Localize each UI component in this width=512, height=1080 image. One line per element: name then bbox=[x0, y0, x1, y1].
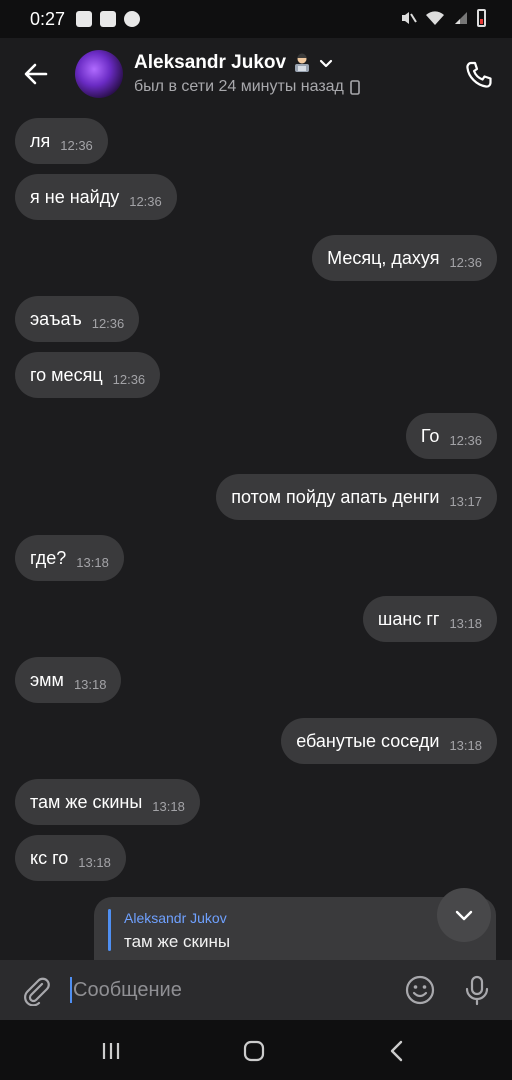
gallery-icon bbox=[76, 11, 92, 27]
chevron-down-icon bbox=[455, 910, 473, 921]
message-bubble-incoming[interactable]: кс го 13:18 bbox=[15, 835, 126, 881]
message-time: 12:36 bbox=[129, 193, 162, 209]
message-text: Го bbox=[420, 425, 440, 446]
message-text: потом пойду апать денги bbox=[231, 486, 440, 507]
message-time: 12:36 bbox=[91, 315, 125, 331]
message-bubble-incoming[interactable]: ля 12:36 bbox=[15, 118, 108, 164]
message-text: Месяц, дахуя bbox=[327, 247, 440, 268]
app-notification-icon bbox=[124, 11, 140, 27]
call-icon[interactable] bbox=[464, 60, 494, 90]
wifi-icon bbox=[426, 11, 444, 25]
message-time: 13:18 bbox=[73, 676, 107, 692]
recent-apps-icon[interactable] bbox=[98, 1038, 124, 1064]
chat-header: Aleksandr Jukov был в сети 24 минуты наз… bbox=[0, 38, 512, 112]
status-time: 0:27 bbox=[30, 9, 66, 29]
message-time: 13:18 bbox=[76, 554, 109, 570]
message-bubble-incoming[interactable]: где? 13:18 bbox=[15, 535, 124, 581]
message-time: 13:18 bbox=[449, 737, 482, 753]
reply-accent-bar bbox=[108, 909, 111, 951]
message-bubble-outgoing[interactable]: ебанутые соседи 13:18 bbox=[281, 718, 497, 764]
contact-title-row[interactable]: Aleksandr Jukov bbox=[134, 52, 334, 74]
contact-avatar[interactable] bbox=[75, 50, 123, 98]
mute-icon bbox=[402, 12, 417, 24]
reply-author: Aleksandr Jukov bbox=[124, 910, 227, 926]
message-bubble-outgoing[interactable]: Месяц, дахуя 12:36 bbox=[312, 235, 497, 281]
message-input[interactable]: Сообщение bbox=[70, 974, 390, 1006]
message-bubble-incoming[interactable]: там же скины 13:18 bbox=[15, 779, 200, 825]
text-caret bbox=[70, 977, 72, 1003]
battery-icon bbox=[477, 9, 486, 27]
message-time: 13:18 bbox=[449, 615, 482, 631]
reply-text: там же скины bbox=[124, 932, 231, 951]
message-text: го месяц bbox=[30, 364, 103, 385]
message-time: 12:36 bbox=[60, 137, 93, 153]
message-composer: Сообщение bbox=[0, 960, 512, 1020]
system-nav-bar bbox=[0, 1020, 512, 1080]
contact-status-row: был в сети 24 минуты назад bbox=[134, 78, 360, 96]
contact-status: был в сети 24 минуты назад bbox=[134, 78, 344, 95]
scroll-down-button[interactable] bbox=[437, 888, 491, 942]
message-bubble-outgoing[interactable]: потом пойду апать денги 13:17 bbox=[216, 474, 497, 520]
message-placeholder: Сообщение bbox=[73, 978, 182, 1001]
message-bubble-incoming[interactable]: я не найду 12:36 bbox=[15, 174, 177, 220]
message-bubble-incoming[interactable]: эмм 13:18 bbox=[15, 657, 122, 703]
message-time: 12:36 bbox=[449, 432, 482, 448]
message-text: я не найду bbox=[30, 186, 120, 207]
message-bubble-outgoing[interactable]: Го 12:36 bbox=[405, 413, 497, 459]
chevron-down-icon[interactable] bbox=[318, 55, 334, 71]
message-time: 12:36 bbox=[449, 254, 482, 270]
back-arrow-icon[interactable] bbox=[22, 60, 50, 88]
message-text: шанс гг bbox=[377, 608, 440, 629]
message-text: там же скины bbox=[30, 791, 143, 812]
message-time: 13:18 bbox=[78, 854, 111, 870]
paperclip-icon[interactable] bbox=[20, 974, 52, 1006]
message-text: ля bbox=[30, 130, 51, 151]
signal-icon bbox=[455, 12, 467, 24]
message-text: где? bbox=[30, 547, 67, 568]
contact-name: Aleksandr Jukov bbox=[134, 52, 287, 73]
mobile-device-icon bbox=[350, 79, 360, 95]
system-icons bbox=[399, 9, 486, 27]
message-text: ебанутые соседи bbox=[296, 730, 440, 751]
message-list[interactable]: ля 12:36 я не найду 12:36 Месяц, дахуя 1… bbox=[0, 112, 512, 960]
microphone-icon[interactable] bbox=[462, 974, 492, 1006]
home-icon[interactable] bbox=[241, 1038, 267, 1064]
status-bar: 0:27 bbox=[0, 0, 512, 38]
camera-icon bbox=[100, 11, 116, 27]
message-bubble-incoming[interactable]: го месяц 12:36 bbox=[15, 352, 161, 398]
message-text: эмм bbox=[30, 669, 64, 690]
reply-preview[interactable]: Aleksandr Jukov там же скины bbox=[94, 897, 496, 967]
back-icon[interactable] bbox=[384, 1038, 410, 1064]
notification-icons bbox=[76, 11, 140, 27]
technologist-emoji-icon bbox=[295, 53, 310, 72]
message-text: эаъаъ bbox=[30, 308, 82, 329]
message-time: 12:36 bbox=[112, 371, 146, 387]
message-time: 13:18 bbox=[152, 798, 185, 814]
message-bubble-incoming[interactable]: эаъаъ 12:36 bbox=[15, 296, 140, 342]
emoji-icon[interactable] bbox=[404, 974, 436, 1006]
message-time: 13:17 bbox=[449, 493, 482, 509]
message-text: кс го bbox=[30, 847, 69, 868]
message-bubble-outgoing[interactable]: шанс гг 13:18 bbox=[362, 596, 497, 642]
